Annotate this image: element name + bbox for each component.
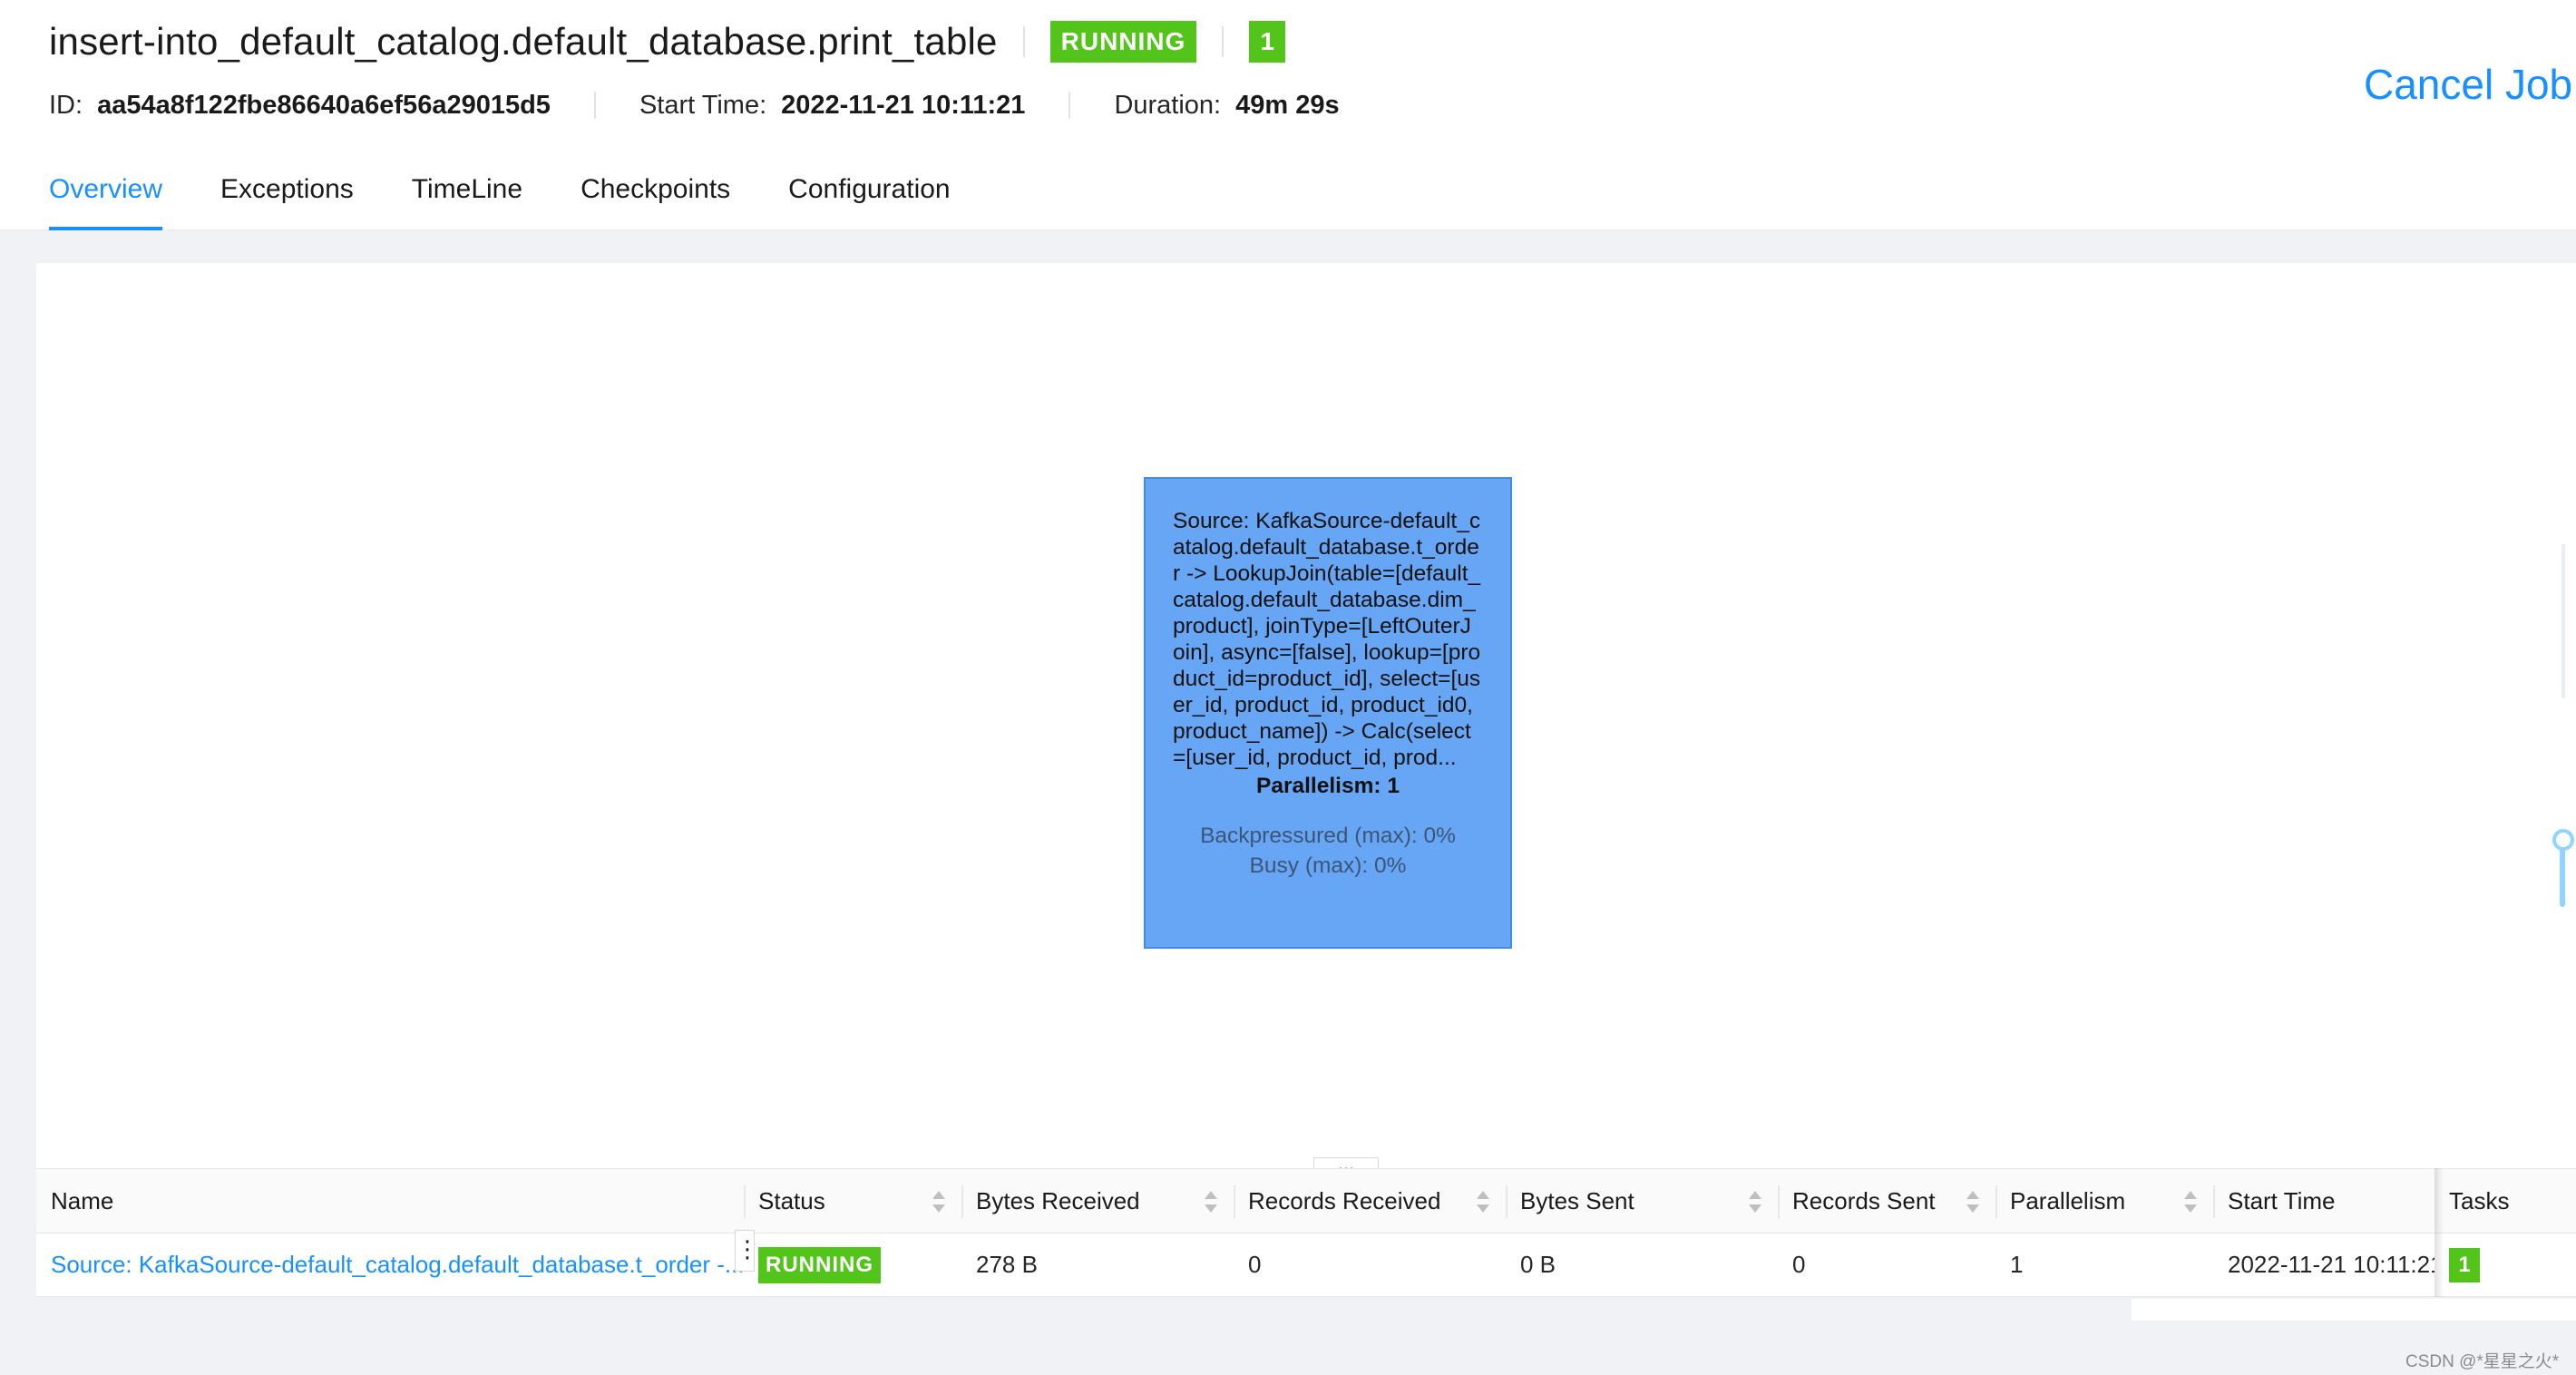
tab-configuration[interactable]: Configuration — [788, 169, 950, 230]
row-status-cell: RUNNING — [744, 1234, 961, 1296]
column-header-records-received[interactable]: Records Received — [1234, 1169, 1506, 1233]
job-id-value: aa54a8f122fbe86640a6ef56a29015d5 — [97, 90, 551, 120]
table-header: Name Status Bytes Received Records Recei… — [36, 1168, 2576, 1234]
title-row: insert-into_default_catalog.default_data… — [49, 15, 1286, 69]
column-header-records-received-label: Records Received — [1248, 1186, 1441, 1214]
tab-exceptions[interactable]: Exceptions — [220, 169, 354, 230]
job-id-label: ID: — [49, 90, 83, 120]
vertex-name-link[interactable]: Source: KafkaSource-default_catalog.defa… — [51, 1251, 744, 1279]
column-header-tasks: Tasks — [2435, 1169, 2576, 1233]
sort-icon[interactable] — [1477, 1191, 1489, 1213]
divider — [1222, 26, 1225, 57]
column-header-bytes-sent-label: Bytes Sent — [1520, 1186, 1634, 1214]
fixed-column-shadow — [2435, 1168, 2444, 1297]
task-count-badge: 1 — [1249, 21, 1286, 63]
vertex-table: Name Status Bytes Received Records Recei… — [36, 1168, 2576, 1297]
row-task-badge: 1 — [2449, 1247, 2480, 1282]
duration-label: Duration: — [1114, 90, 1222, 120]
column-header-records-sent[interactable]: Records Sent — [1778, 1169, 1995, 1233]
zoom-slider-track[interactable] — [2561, 544, 2565, 698]
job-graph-canvas[interactable]: Source: KafkaSource-default_catalog.defa… — [36, 263, 2576, 1168]
column-header-bytes-received-label: Bytes Received — [976, 1186, 1140, 1214]
job-header: insert-into_default_catalog.default_data… — [0, 0, 2576, 230]
divider — [1068, 92, 1071, 119]
tab-checkpoints[interactable]: Checkpoints — [581, 169, 730, 230]
row-tasks-cell: 1 — [2435, 1234, 2576, 1296]
job-meta: ID: aa54a8f122fbe86640a6ef56a29015d5 Sta… — [49, 87, 1340, 123]
start-time-value: 2022-11-21 10:11:21 — [781, 90, 1026, 120]
sort-icon[interactable] — [932, 1191, 945, 1213]
divider — [1022, 26, 1025, 57]
sort-icon[interactable] — [1749, 1191, 1761, 1213]
tab-timeline[interactable]: TimeLine — [412, 169, 522, 230]
graph-node-source[interactable]: Source: KafkaSource-default_catalog.defa… — [1144, 477, 1512, 949]
node-busy: Busy (max): 0% — [1249, 853, 1407, 878]
node-backpressured: Backpressured (max): 0% — [1200, 824, 1456, 848]
table-row[interactable]: Source: KafkaSource-default_catalog.defa… — [36, 1234, 2576, 1297]
row-menu-icon[interactable]: ⋮ — [735, 1230, 759, 1272]
table-horizontal-scrollbar[interactable] — [2132, 1299, 2576, 1321]
column-header-parallelism[interactable]: Parallelism — [1995, 1169, 2213, 1233]
column-header-tasks-label: Tasks — [2449, 1186, 2510, 1214]
row-records-sent: 0 — [1792, 1251, 1806, 1278]
column-header-start-time[interactable]: Start Time — [2213, 1169, 2435, 1233]
row-records-received: 0 — [1248, 1251, 1262, 1278]
row-parallelism: 1 — [2010, 1251, 2024, 1278]
node-description: Source: KafkaSource-default_catalog.defa… — [1173, 509, 1481, 770]
node-parallelism: Parallelism: 1 — [1256, 774, 1400, 798]
row-bytes-sent: 0 B — [1520, 1251, 1556, 1278]
column-header-status[interactable]: Status — [744, 1169, 961, 1233]
job-tabs: Overview Exceptions TimeLine Checkpoints… — [49, 169, 1009, 230]
divider — [593, 92, 596, 119]
column-header-parallelism-label: Parallelism — [2010, 1186, 2126, 1214]
column-header-bytes-received[interactable]: Bytes Received — [961, 1169, 1234, 1233]
column-header-records-sent-label: Records Sent — [1792, 1186, 1936, 1214]
node-metrics: Backpressured (max): 0% Busy (max): 0% — [1173, 821, 1483, 881]
start-time-label: Start Time: — [639, 90, 767, 120]
watermark: CSDN @*星星之火* — [2405, 1352, 2560, 1371]
cancel-job-button[interactable]: Cancel Job — [2364, 60, 2572, 109]
sort-icon[interactable] — [1966, 1191, 1979, 1213]
zoom-slider-fill — [2560, 847, 2565, 907]
sort-icon[interactable] — [2184, 1191, 2197, 1213]
tab-overview[interactable]: Overview — [49, 169, 163, 230]
column-header-start-time-label: Start Time — [2228, 1186, 2336, 1214]
column-header-name-label: Name — [51, 1186, 114, 1214]
row-status-badge: RUNNING — [758, 1246, 881, 1283]
row-bytes-received: 278 B — [976, 1251, 1038, 1278]
duration-value: 49m 29s — [1235, 90, 1340, 120]
job-status-badge: RUNNING — [1049, 21, 1197, 63]
row-start-time: 2022-11-21 10:11:21 — [2228, 1251, 2435, 1278]
row-name-cell[interactable]: Source: KafkaSource-default_catalog.defa… — [36, 1234, 744, 1296]
job-title: insert-into_default_catalog.default_data… — [49, 20, 998, 63]
column-header-bytes-sent[interactable]: Bytes Sent — [1506, 1169, 1778, 1233]
column-header-name: Name — [36, 1169, 744, 1233]
column-header-status-label: Status — [758, 1186, 825, 1214]
sort-icon[interactable] — [1205, 1191, 1217, 1213]
